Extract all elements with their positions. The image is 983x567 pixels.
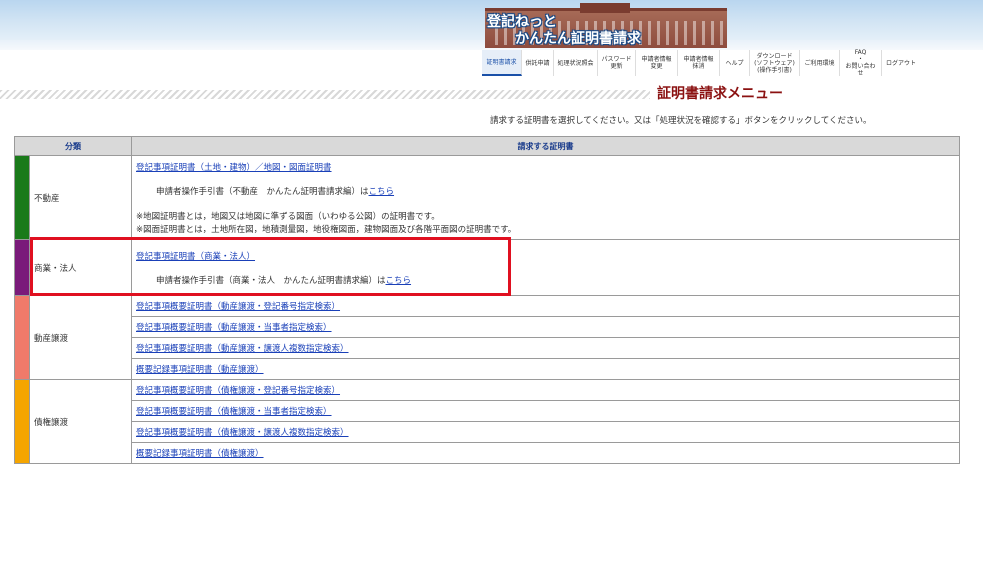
link-receivables-party[interactable]: 登記事項概要証明書（債権譲渡・当事者指定検索） (136, 407, 332, 417)
table-row: 概要記録事項証明書（債権譲渡） (15, 442, 960, 464)
table-header-row: 分類 請求する証明書 (14, 136, 960, 156)
category-color-bar-receivables (14, 379, 30, 464)
table-row: 登記事項概要証明書（動産譲渡・当事者指定検索） (15, 316, 960, 338)
instruction-text: 請求する証明書を選択してください。又は「処理状況を確認する」ボタンをクリックして… (490, 116, 872, 126)
link-receivables-multiple-assignors[interactable]: 登記事項概要証明書（債権譲渡・譲渡人複数指定検索） (136, 428, 349, 438)
highlight-box (30, 237, 511, 296)
page-title: 証明書請求メニュー (657, 86, 783, 102)
nav-certificate-request[interactable]: 証明書請求 (482, 50, 522, 76)
group-real-estate: 不動産 登記事項証明書（土地・建物）／地図・図面証明書 申請者操作手引書（不動産… (14, 155, 960, 240)
nav-logout[interactable]: ログアウト (882, 50, 920, 76)
list-item: 登記事項概要証明書（債権譲渡・譲渡人複数指定検索） (131, 421, 960, 443)
nav-faq-contact[interactable]: FAQ ・ お問い合わせ (840, 49, 882, 77)
list-item: 登記事項概要証明書（動産譲渡・譲渡人複数指定検索） (131, 337, 960, 359)
manual-real-estate: 申請者操作手引書（不動産 かんたん証明書請求編）はこちら (136, 185, 955, 197)
header-banner: 登記ねっと かんたん証明書請求 (0, 0, 983, 50)
header-category: 分類 (14, 136, 132, 156)
link-real-estate-certificate[interactable]: 登記事項証明書（土地・建物）／地図・図面証明書 (136, 163, 332, 173)
nav-help[interactable]: ヘルプ (720, 50, 750, 76)
link-movables-registration-number[interactable]: 登記事項概要証明書（動産譲渡・登記番号指定検索） (136, 302, 340, 312)
link-movables-party[interactable]: 登記事項概要証明書（動産譲渡・当事者指定検索） (136, 323, 332, 333)
note-drawing-certificate: ※図面証明書とは，土地所在図，地積測量図，地役権図面，建物図面及び各階平面図の証… (136, 224, 517, 235)
nav-password-update[interactable]: パスワード 更新 (598, 50, 636, 76)
nav-environment[interactable]: ご利用環境 (800, 50, 840, 76)
nav-status-inquiry[interactable]: 処理状況照会 (554, 50, 598, 76)
nav-deposit-application[interactable]: 供託申請 (522, 50, 554, 76)
category-movables: 動産譲渡 (29, 295, 132, 380)
title-stripe (0, 90, 650, 99)
list-item: 登記事項概要証明書（債権譲渡・当事者指定検索） (131, 400, 960, 422)
category-color-bar-movables (14, 295, 30, 380)
top-navigation: 証明書請求 供託申請 処理状況照会 パスワード 更新 申請者情報 変更 申請者情… (482, 49, 920, 77)
link-receivables-summary-record[interactable]: 概要記録事項証明書（債権譲渡） (136, 449, 264, 459)
table-row: 登記事項概要証明書（債権譲渡・譲渡人複数指定検索） (15, 421, 960, 443)
category-receivables: 債権譲渡 (29, 379, 132, 464)
link-receivables-registration-number[interactable]: 登記事項概要証明書（債権譲渡・登記番号指定検索） (136, 386, 340, 396)
header-certificate: 請求する証明書 (131, 136, 960, 156)
list-item: 登記事項概要証明書（動産譲渡・当事者指定検索） (131, 316, 960, 338)
table-row: 概要記録事項証明書（動産譲渡） (15, 358, 960, 380)
table-row: 動産譲渡 登記事項概要証明書（動産譲渡・登記番号指定検索） (14, 295, 960, 380)
site-logo[interactable]: 登記ねっと かんたん証明書請求 (485, 2, 727, 48)
table-row: 登記事項概要証明書（債権譲渡・当事者指定検索） (15, 400, 960, 422)
nav-applicant-info-change[interactable]: 申請者情報 変更 (636, 50, 678, 76)
table-row: 登記事項概要証明書（動産譲渡・譲渡人複数指定検索） (15, 337, 960, 359)
list-item: 概要記録事項証明書（債権譲渡） (131, 442, 960, 464)
list-item: 登記事項概要証明書（債権譲渡・登記番号指定検索） (131, 379, 960, 401)
category-color-bar-commercial (14, 239, 30, 296)
logo-text-line2: かんたん証明書請求 (515, 31, 641, 47)
certificate-menu-table: 分類 請求する証明書 不動産 登記事項証明書（土地・建物）／地図・図面証明書 申… (14, 136, 960, 464)
category-real-estate: 不動産 (29, 155, 132, 240)
list-item: 登記事項概要証明書（動産譲渡・登記番号指定検索） (131, 295, 960, 317)
manual-real-estate-text: 申請者操作手引書（不動産 かんたん証明書請求編）は (156, 186, 369, 197)
link-movables-summary-record[interactable]: 概要記録事項証明書（動産譲渡） (136, 365, 264, 375)
list-item: 概要記録事項証明書（動産譲渡） (131, 358, 960, 380)
category-color-bar-real-estate (14, 155, 30, 240)
note-map-certificate: ※地図証明書とは，地図又は地図に準ずる図面（いわゆる公図）の証明書です。 (136, 211, 440, 222)
nav-applicant-info-delete[interactable]: 申請者情報 抹消 (678, 50, 720, 76)
table-row: 債権譲渡 登記事項概要証明書（債権譲渡・登記番号指定検索） (14, 379, 960, 464)
link-movables-multiple-assignors[interactable]: 登記事項概要証明書（動産譲渡・譲渡人複数指定検索） (136, 344, 349, 354)
manual-real-estate-link[interactable]: こちら (369, 187, 395, 197)
real-estate-cell: 登記事項証明書（土地・建物）／地図・図面証明書 申請者操作手引書（不動産 かんた… (131, 155, 960, 240)
nav-download[interactable]: ダウンロード (ソフトウェア) (操作手引書) (750, 50, 800, 76)
